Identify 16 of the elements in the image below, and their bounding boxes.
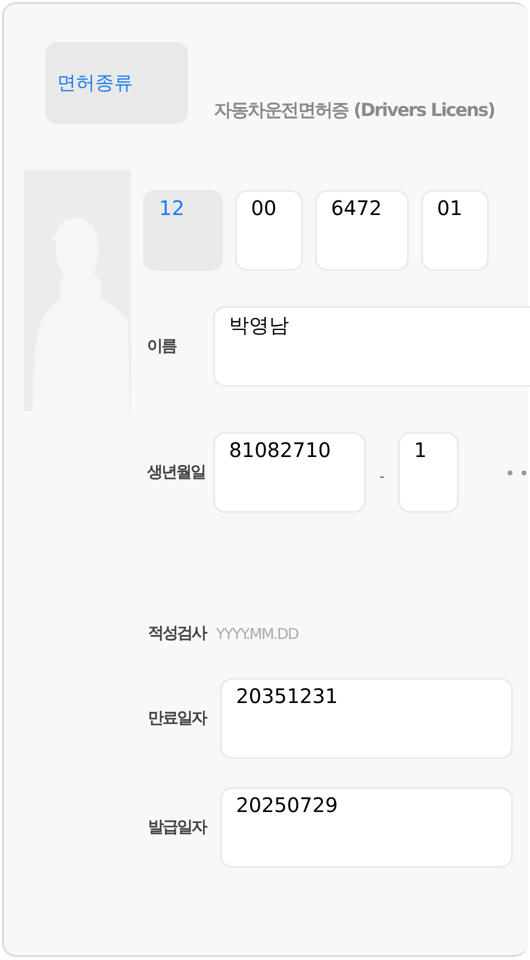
birth-suffix-field[interactable]: 1 bbox=[398, 432, 459, 513]
birth-date-field[interactable]: 81082710 bbox=[213, 432, 366, 513]
number-field[interactable]: 01 bbox=[421, 190, 489, 271]
name-field[interactable]: 박영남 bbox=[213, 306, 530, 387]
dash: - bbox=[378, 468, 386, 484]
dots-icon bbox=[507, 470, 527, 476]
number-field[interactable]: 6472 bbox=[315, 190, 409, 271]
aptitude-test-label: 적성검사 bbox=[148, 623, 206, 644]
number-field[interactable]: 00 bbox=[235, 190, 303, 271]
issue-date-field[interactable]: 20250729 bbox=[220, 787, 513, 868]
issue-date-label: 발급일자 bbox=[148, 817, 208, 838]
name-label: 이름 bbox=[146, 336, 178, 357]
birth-date-label: 생년월일 bbox=[146, 462, 206, 483]
expiry-date-field[interactable]: 20351231 bbox=[220, 678, 513, 759]
expiry-date-label: 만료일자 bbox=[148, 708, 208, 729]
card-title: 자동차운전면허증 (Drivers Licens) bbox=[214, 99, 495, 122]
